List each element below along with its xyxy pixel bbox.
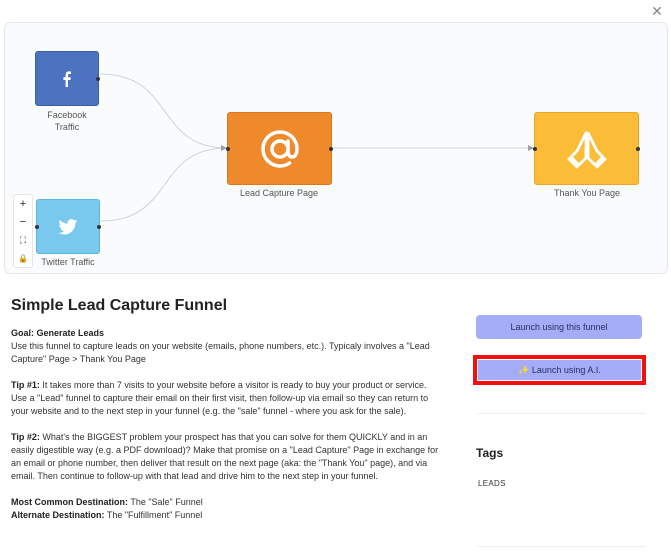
connector-dot[interactable] xyxy=(35,224,39,229)
connector-dot[interactable] xyxy=(636,146,640,151)
node-label-thank-you: Thank You Page xyxy=(553,188,621,198)
facebook-icon xyxy=(63,70,71,87)
destinations: Most Common Destination: The "Sale" Funn… xyxy=(11,496,441,522)
node-label-lead-capture: Lead Capture Page xyxy=(239,188,319,198)
praying-hands-icon xyxy=(567,131,606,168)
connector-dot[interactable] xyxy=(96,76,100,81)
funnel-description: Goal: Generate Leads Use this funnel to … xyxy=(11,327,441,522)
page-title: Simple Lead Capture Funnel xyxy=(11,297,228,314)
tag-item: LEADS xyxy=(478,479,506,488)
goal-label: Goal: Generate Leads xyxy=(11,328,105,338)
facebook-label-line2: Traffic xyxy=(54,122,80,132)
alternate-label: Alternate Destination: xyxy=(11,510,105,520)
node-lead-capture-page[interactable] xyxy=(226,112,333,185)
at-sign-icon xyxy=(260,129,299,168)
tip2-text: What's the BIGGEST problem your prospect… xyxy=(11,432,439,481)
connector-dot[interactable] xyxy=(226,146,230,151)
connector-dot[interactable] xyxy=(533,146,537,151)
tip2-label: Tip #2: xyxy=(11,432,40,442)
tip1-text: It takes more than 7 visits to your webs… xyxy=(11,380,429,416)
fit-view-button[interactable]: ⛶ xyxy=(14,231,32,249)
node-thank-you-page[interactable] xyxy=(533,112,640,185)
connector-dot[interactable] xyxy=(329,146,333,151)
divider xyxy=(476,413,646,414)
close-icon[interactable]: ✕ xyxy=(650,4,664,18)
node-facebook-traffic[interactable] xyxy=(35,51,100,106)
tip2-paragraph: Tip #2: What's the BIGGEST problem your … xyxy=(11,431,441,483)
launch-ai-button[interactable]: ✨ Launch using A.I. xyxy=(478,360,641,380)
most-common-value: The "Sale" Funnel xyxy=(128,497,203,507)
connector-dot[interactable] xyxy=(97,224,101,229)
tags-heading: Tags xyxy=(476,446,504,460)
twitter-icon xyxy=(58,218,78,235)
node-label-facebook: Facebook Traffic xyxy=(27,109,107,133)
tip1-label: Tip #1: xyxy=(11,380,40,390)
facebook-label-line1: Facebook xyxy=(47,110,87,120)
launch-funnel-button[interactable]: Launch using this funnel xyxy=(476,315,642,339)
node-twitter-traffic[interactable] xyxy=(35,199,101,254)
canvas-controls: + − ⛶ 🔒 xyxy=(13,194,33,268)
divider xyxy=(476,546,646,547)
funnel-canvas[interactable]: Facebook Traffic Twitter Traffic Lead Ca… xyxy=(4,22,668,274)
most-common-label: Most Common Destination: xyxy=(11,497,128,507)
goal-paragraph: Goal: Generate Leads Use this funnel to … xyxy=(11,327,441,366)
launch-ai-highlight: ✨ Launch using A.I. xyxy=(473,355,646,385)
edge-twitter-to-lead xyxy=(100,147,228,222)
node-label-twitter: Twitter Traffic xyxy=(41,257,95,267)
tip1-paragraph: Tip #1: It takes more than 7 visits to y… xyxy=(11,379,441,418)
edge-facebook-to-lead xyxy=(99,73,228,149)
lock-button[interactable]: 🔒 xyxy=(14,249,32,267)
zoom-out-button[interactable]: − xyxy=(14,213,32,231)
zoom-in-button[interactable]: + xyxy=(14,195,32,213)
alternate-value: The "Fulfillment" Funnel xyxy=(104,510,203,520)
goal-text: Use this funnel to capture leads on your… xyxy=(11,341,430,364)
